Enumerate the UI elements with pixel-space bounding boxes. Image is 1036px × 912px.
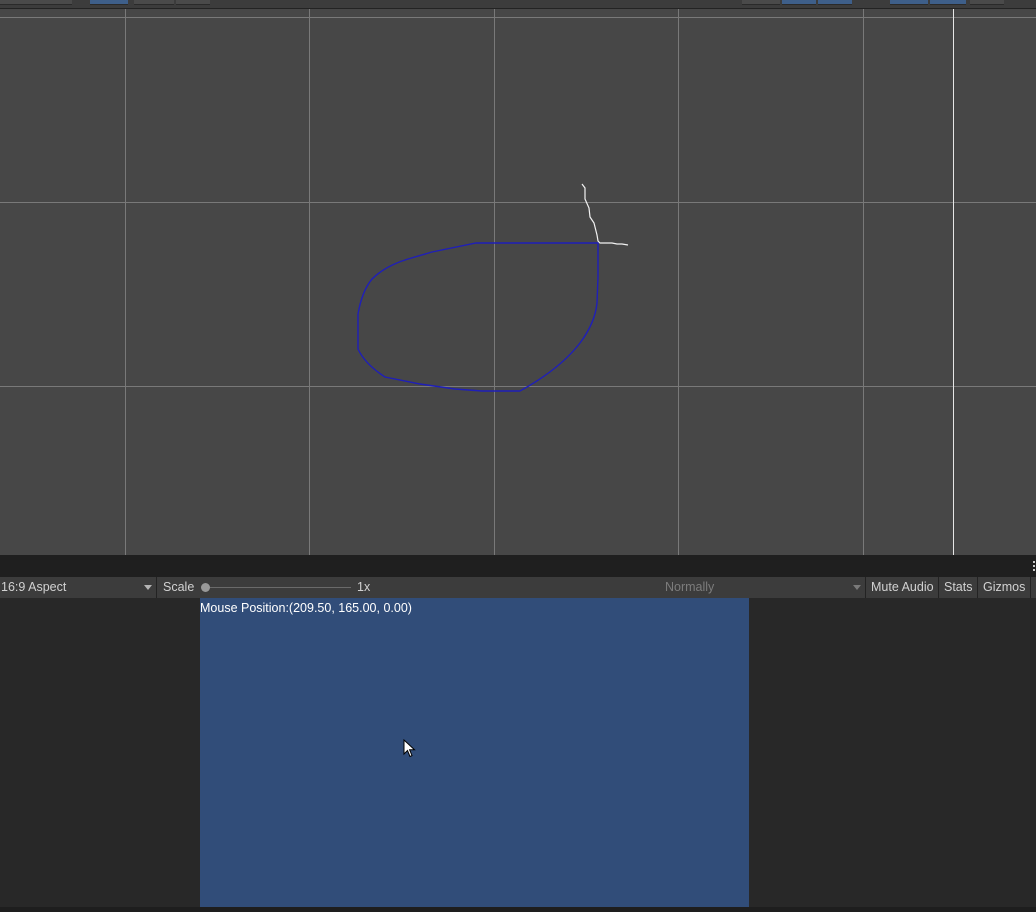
scene-toolbar-segment[interactable] bbox=[818, 0, 852, 5]
mouse-position-label: Mouse Position:(209.50, 165.00, 0.00) bbox=[200, 601, 412, 615]
scene-grid-canvas bbox=[0, 9, 1036, 555]
scene-toolbar-segment[interactable] bbox=[176, 0, 210, 5]
scene-grid bbox=[0, 9, 1036, 555]
arrow-cursor-icon bbox=[403, 739, 416, 758]
scene-view[interactable] bbox=[0, 9, 1036, 555]
game-view: Mouse Position:(209.50, 165.00, 0.00) bbox=[0, 598, 1036, 907]
gizmos-button[interactable]: Gizmos bbox=[983, 577, 1025, 598]
chevron-down-icon[interactable] bbox=[853, 585, 861, 590]
scene-toolbar-segment[interactable] bbox=[970, 0, 1004, 5]
scene-toolbar-segment[interactable] bbox=[742, 0, 780, 5]
play-mode-dropdown[interactable]: Normally bbox=[665, 577, 714, 598]
toolbar-divider bbox=[1030, 577, 1031, 598]
game-canvas[interactable]: Mouse Position:(209.50, 165.00, 0.00) bbox=[200, 598, 749, 907]
gizmo-line bbox=[581, 183, 629, 246]
aspect-dropdown-label: 16:9 Aspect bbox=[1, 580, 67, 594]
scene-toolbar-segment[interactable] bbox=[782, 0, 816, 5]
play-mode-dropdown-label: Normally bbox=[665, 580, 715, 594]
scene-toolbar-segment[interactable] bbox=[134, 0, 174, 5]
scale-slider-track[interactable] bbox=[205, 587, 351, 588]
scene-toolbar bbox=[0, 0, 1036, 9]
scale-value: 1x bbox=[357, 580, 371, 594]
unity-editor-window: 16:9 Aspect Scale 1x Normally Mute Audio… bbox=[0, 0, 1036, 912]
scale-label: Scale bbox=[163, 580, 195, 594]
drawn-outline-shape[interactable] bbox=[357, 242, 599, 392]
panel-splitter[interactable] bbox=[0, 555, 1036, 577]
scene-toolbar-segment[interactable] bbox=[890, 0, 928, 5]
toolbar-divider bbox=[938, 577, 939, 598]
scene-toolbar-segment[interactable] bbox=[0, 0, 72, 5]
stats-button[interactable]: Stats bbox=[944, 577, 973, 598]
scale-slider-thumb[interactable] bbox=[201, 583, 210, 592]
kebab-menu-icon[interactable] bbox=[1032, 560, 1036, 572]
bottom-border bbox=[0, 907, 1036, 912]
scene-toolbar-segment[interactable] bbox=[90, 0, 128, 5]
stats-label: Stats bbox=[944, 580, 973, 594]
toolbar-divider bbox=[156, 577, 157, 598]
mute-audio-label: Mute Audio bbox=[871, 580, 934, 594]
chevron-down-icon[interactable] bbox=[144, 585, 152, 590]
mute-audio-button[interactable]: Mute Audio bbox=[871, 577, 934, 598]
toolbar-divider bbox=[865, 577, 866, 598]
aspect-dropdown[interactable]: 16:9 Aspect bbox=[1, 577, 66, 598]
toolbar-divider bbox=[977, 577, 978, 598]
scene-toolbar-segment[interactable] bbox=[930, 0, 966, 5]
gizmos-label: Gizmos bbox=[983, 580, 1026, 594]
game-toolbar: 16:9 Aspect Scale 1x Normally Mute Audio… bbox=[0, 577, 1036, 599]
